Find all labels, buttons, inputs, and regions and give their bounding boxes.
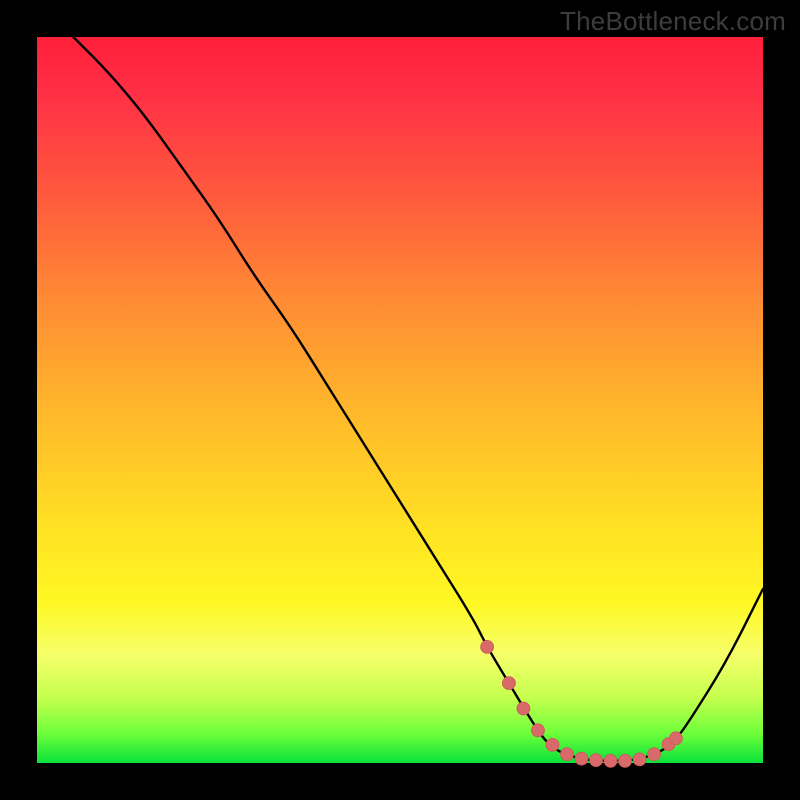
chart-svg <box>37 37 763 763</box>
sweet-spot-marker <box>590 754 603 767</box>
sweet-spot-marker <box>604 754 617 767</box>
sweet-spot-marker <box>502 677 515 690</box>
chart-frame: TheBottleneck.com <box>0 0 800 800</box>
sweet-spot-marker <box>560 748 573 761</box>
bottleneck-curve <box>73 37 763 761</box>
sweet-spot-marker <box>633 753 646 766</box>
sweet-spot-marker <box>575 752 588 765</box>
watermark-text: TheBottleneck.com <box>560 6 786 37</box>
sweet-spot-marker <box>619 754 632 767</box>
sweet-spot-marker <box>517 702 530 715</box>
sweet-spot-markers <box>481 640 683 767</box>
sweet-spot-marker <box>481 640 494 653</box>
plot-area <box>37 37 763 763</box>
sweet-spot-marker <box>531 724 544 737</box>
sweet-spot-marker <box>669 732 682 745</box>
sweet-spot-marker <box>648 748 661 761</box>
sweet-spot-marker <box>546 738 559 751</box>
